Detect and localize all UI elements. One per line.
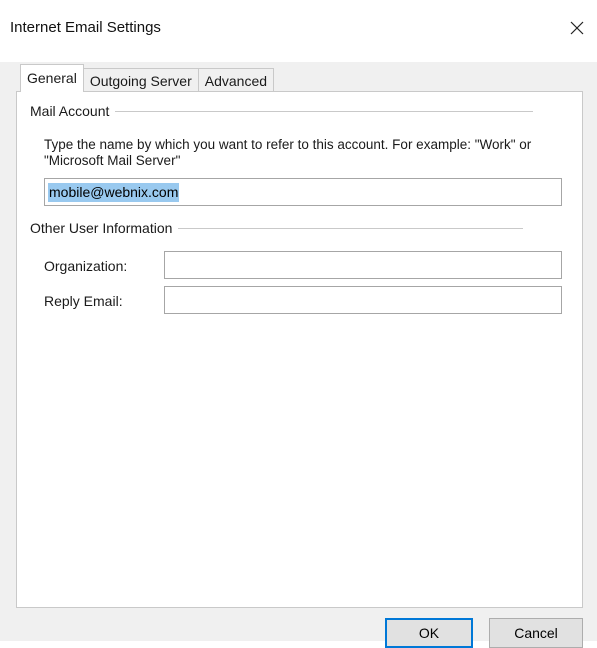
reply-email-input[interactable] bbox=[164, 286, 562, 314]
title-bar: Internet Email Settings bbox=[0, 0, 597, 62]
reply-email-label: Reply Email: bbox=[44, 293, 123, 309]
tab-general[interactable]: General bbox=[20, 64, 84, 92]
internet-email-settings-dialog: Internet Email Settings General Outgoing… bbox=[0, 0, 597, 648]
other-user-info-header: Other User Information bbox=[30, 220, 173, 236]
ok-button[interactable]: OK bbox=[385, 618, 473, 648]
window-title: Internet Email Settings bbox=[10, 19, 161, 36]
tab-outgoing-server[interactable]: Outgoing Server bbox=[82, 68, 199, 92]
close-icon bbox=[570, 21, 584, 35]
cancel-button[interactable]: Cancel bbox=[489, 618, 583, 648]
mail-account-group: Mail Account bbox=[30, 103, 534, 119]
organization-input[interactable] bbox=[164, 251, 562, 279]
organization-label: Organization: bbox=[44, 258, 128, 274]
account-name-input[interactable]: mobile@webnix.com bbox=[44, 178, 562, 206]
other-user-info-group: Other User Information bbox=[30, 220, 524, 236]
mail-account-header: Mail Account bbox=[30, 103, 110, 119]
account-name-selected-text: mobile@webnix.com bbox=[48, 183, 180, 202]
group-divider bbox=[115, 110, 534, 112]
tab-advanced[interactable]: Advanced bbox=[197, 68, 275, 92]
group-divider bbox=[178, 227, 524, 229]
close-button[interactable] bbox=[557, 8, 597, 48]
tab-strip: General Outgoing Server Advanced bbox=[20, 64, 275, 92]
account-name-description: Type the name by which you want to refer… bbox=[44, 137, 532, 168]
